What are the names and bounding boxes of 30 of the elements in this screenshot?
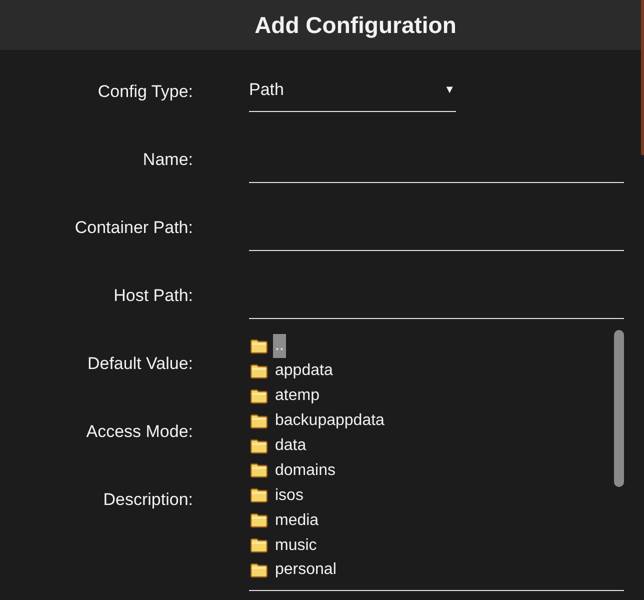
config-type-select[interactable]: Path ▼ bbox=[249, 70, 456, 112]
folder-name[interactable]: atemp bbox=[273, 384, 322, 408]
folder-name[interactable]: media bbox=[273, 508, 321, 533]
dropdown-arrow-icon: ▼ bbox=[444, 84, 455, 96]
dialog-title: Add Configuration bbox=[254, 10, 456, 40]
folder-icon bbox=[250, 538, 268, 554]
folder-name[interactable]: backupappdata bbox=[273, 409, 386, 434]
field-label: Description: bbox=[103, 489, 193, 512]
folder-name[interactable]: data bbox=[273, 434, 308, 458]
folder-name[interactable]: appdata bbox=[273, 359, 335, 384]
folder-icon bbox=[250, 414, 268, 429]
folder-icon bbox=[250, 513, 268, 528]
folder-icon bbox=[250, 364, 268, 379]
folder-icon bbox=[250, 388, 268, 404]
field-label: Name: bbox=[142, 149, 193, 172]
scrollbar-thumb[interactable] bbox=[614, 330, 624, 487]
folder-name[interactable]: personal bbox=[273, 558, 338, 582]
folder-icon bbox=[250, 338, 268, 354]
folder-name[interactable]: domains bbox=[273, 458, 338, 483]
field-label: Access Mode: bbox=[86, 421, 193, 444]
field-label: Host Path: bbox=[114, 285, 193, 308]
folder-icon bbox=[250, 463, 268, 478]
folder-icon bbox=[250, 562, 268, 578]
field-label: Container Path: bbox=[74, 217, 193, 240]
field-label: Config Type: bbox=[98, 81, 193, 104]
field-label: Default Value: bbox=[87, 353, 193, 376]
folder-name[interactable]: isos bbox=[273, 484, 306, 508]
folder-icon bbox=[250, 488, 268, 504]
folder-icon bbox=[250, 438, 268, 454]
folder-name[interactable]: music bbox=[273, 534, 319, 558]
